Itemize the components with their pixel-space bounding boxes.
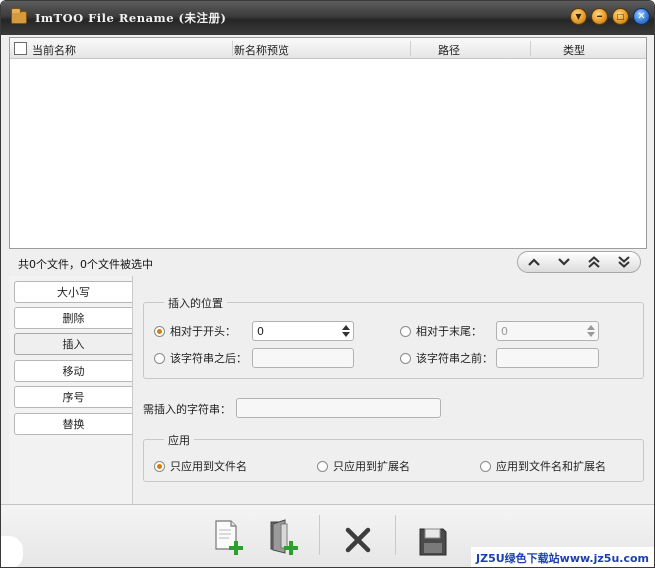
add-file-icon (215, 520, 243, 555)
after-string-input[interactable] (252, 348, 354, 368)
column-current-name[interactable]: 当前名称 (32, 42, 76, 58)
radio-from-start[interactable]: 相对于开头： (154, 323, 236, 339)
column-type[interactable]: 类型 (563, 42, 585, 58)
radio-apply-filename[interactable]: 只应用到文件名 (154, 458, 247, 474)
radio-dot (154, 460, 165, 472)
from-end-value: 0 (501, 325, 508, 338)
double-chevron-up-icon (588, 256, 600, 268)
minimize-button[interactable]: ━ (591, 8, 608, 25)
tab-replace[interactable]: 替换 (14, 413, 132, 435)
double-chevron-down-icon (618, 256, 630, 268)
tab-move[interactable]: 移动 (14, 360, 132, 382)
tab-case[interactable]: 大小写 (14, 281, 132, 303)
folder-icon (11, 8, 27, 24)
toolbar-separator (395, 515, 396, 555)
window-title: ImTOO File Rename (未注册) (35, 11, 227, 25)
tab-sequence[interactable]: 序号 (14, 386, 132, 408)
move-down-button[interactable] (549, 253, 579, 271)
radio-dot (480, 460, 491, 472)
title-bar[interactable]: ImTOO File Rename (未注册) ▼ ━ □ ✕ (1, 1, 654, 35)
maximize-icon: □ (616, 11, 625, 21)
move-top-button[interactable] (579, 253, 609, 271)
close-button[interactable]: ✕ (633, 8, 650, 25)
radio-after-string-label: 该字符串之后： (170, 352, 247, 365)
maximize-button[interactable]: □ (612, 8, 629, 25)
spin-arrows-icon[interactable] (587, 325, 595, 337)
chevron-down-icon (558, 258, 570, 266)
radio-dot (400, 325, 411, 337)
move-bottom-button[interactable] (609, 253, 639, 271)
chevron-down-icon: ▼ (575, 11, 582, 21)
add-folder-icon (270, 519, 298, 555)
app-window: ImTOO File Rename (未注册) ▼ ━ □ ✕ 当前名称 新名称… (0, 0, 655, 568)
column-divider[interactable] (232, 41, 233, 56)
file-count-status: 共0个文件，0个文件被选中 (18, 258, 153, 271)
radio-after-string[interactable]: 该字符串之后： (154, 350, 247, 366)
radio-from-start-label: 相对于开头： (170, 325, 236, 338)
from-start-value: 0 (257, 325, 264, 338)
column-divider[interactable] (530, 41, 531, 56)
radio-apply-extension[interactable]: 只应用到扩展名 (317, 458, 410, 474)
column-new-name-preview[interactable]: 新名称预览 (234, 42, 289, 58)
list-header: 当前名称 新名称预览 路径 类型 (10, 38, 646, 59)
insert-string-label: 需插入的字符串： (143, 403, 231, 416)
radio-dot (317, 460, 328, 472)
delete-icon (345, 527, 371, 553)
radio-apply-both-label: 应用到文件名和扩展名 (496, 460, 606, 473)
site-watermark: JZ5U绿色下载站www.jz5u.com (471, 547, 654, 567)
radio-from-end-label: 相对于末尾： (416, 325, 482, 338)
tab-insert[interactable]: 插入 (14, 333, 132, 355)
radio-dot (154, 352, 165, 364)
insert-position-title: 插入的位置 (164, 295, 227, 311)
radio-apply-both[interactable]: 应用到文件名和扩展名 (480, 458, 606, 474)
minimize-icon: ━ (597, 11, 602, 21)
apply-group: 应用 只应用到文件名 只应用到扩展名 应用到文件名和扩展名 (143, 432, 644, 482)
radio-before-string-label: 该字符串之前： (416, 352, 493, 365)
add-file-button[interactable] (209, 513, 249, 557)
select-all-checkbox[interactable] (14, 42, 27, 55)
radio-dot (400, 352, 411, 364)
chevron-up-icon (528, 258, 540, 266)
column-divider[interactable] (410, 41, 411, 56)
spin-arrows-icon[interactable] (342, 325, 350, 337)
save-button[interactable] (413, 513, 453, 557)
radio-before-string[interactable]: 该字符串之前： (400, 350, 493, 366)
from-end-spinbox[interactable]: 0 (496, 321, 599, 341)
from-start-spinbox[interactable]: 0 (252, 321, 354, 341)
insert-position-group: 插入的位置 相对于开头： 0 相对于末尾： 0 该字符串之后： 该字符串之前： (143, 295, 644, 379)
function-tabs: 大小写 删除 插入 移动 序号 替换 (9, 276, 133, 504)
delete-button[interactable] (339, 513, 379, 557)
radio-apply-filename-label: 只应用到文件名 (170, 460, 247, 473)
insert-string-input[interactable] (236, 398, 441, 418)
radio-dot (154, 325, 165, 337)
before-string-input[interactable] (496, 348, 599, 368)
tab-delete[interactable]: 删除 (14, 307, 132, 329)
minimize-to-tray-button[interactable]: ▼ (570, 8, 587, 25)
radio-apply-extension-label: 只应用到扩展名 (333, 460, 410, 473)
save-icon (419, 528, 447, 556)
radio-from-end[interactable]: 相对于末尾： (400, 323, 482, 339)
column-path[interactable]: 路径 (438, 42, 460, 58)
apply-title: 应用 (164, 432, 194, 448)
move-up-button[interactable] (519, 253, 549, 271)
insert-options-panel: 插入的位置 相对于开头： 0 相对于末尾： 0 该字符串之后： 该字符串之前： … (133, 276, 652, 504)
move-buttons-group (517, 251, 641, 273)
corner-logo (1, 536, 23, 567)
toolbar-separator (319, 515, 320, 555)
add-folder-button[interactable] (263, 513, 303, 557)
close-icon: ✕ (637, 10, 646, 22)
file-list[interactable]: 当前名称 新名称预览 路径 类型 (9, 37, 647, 249)
